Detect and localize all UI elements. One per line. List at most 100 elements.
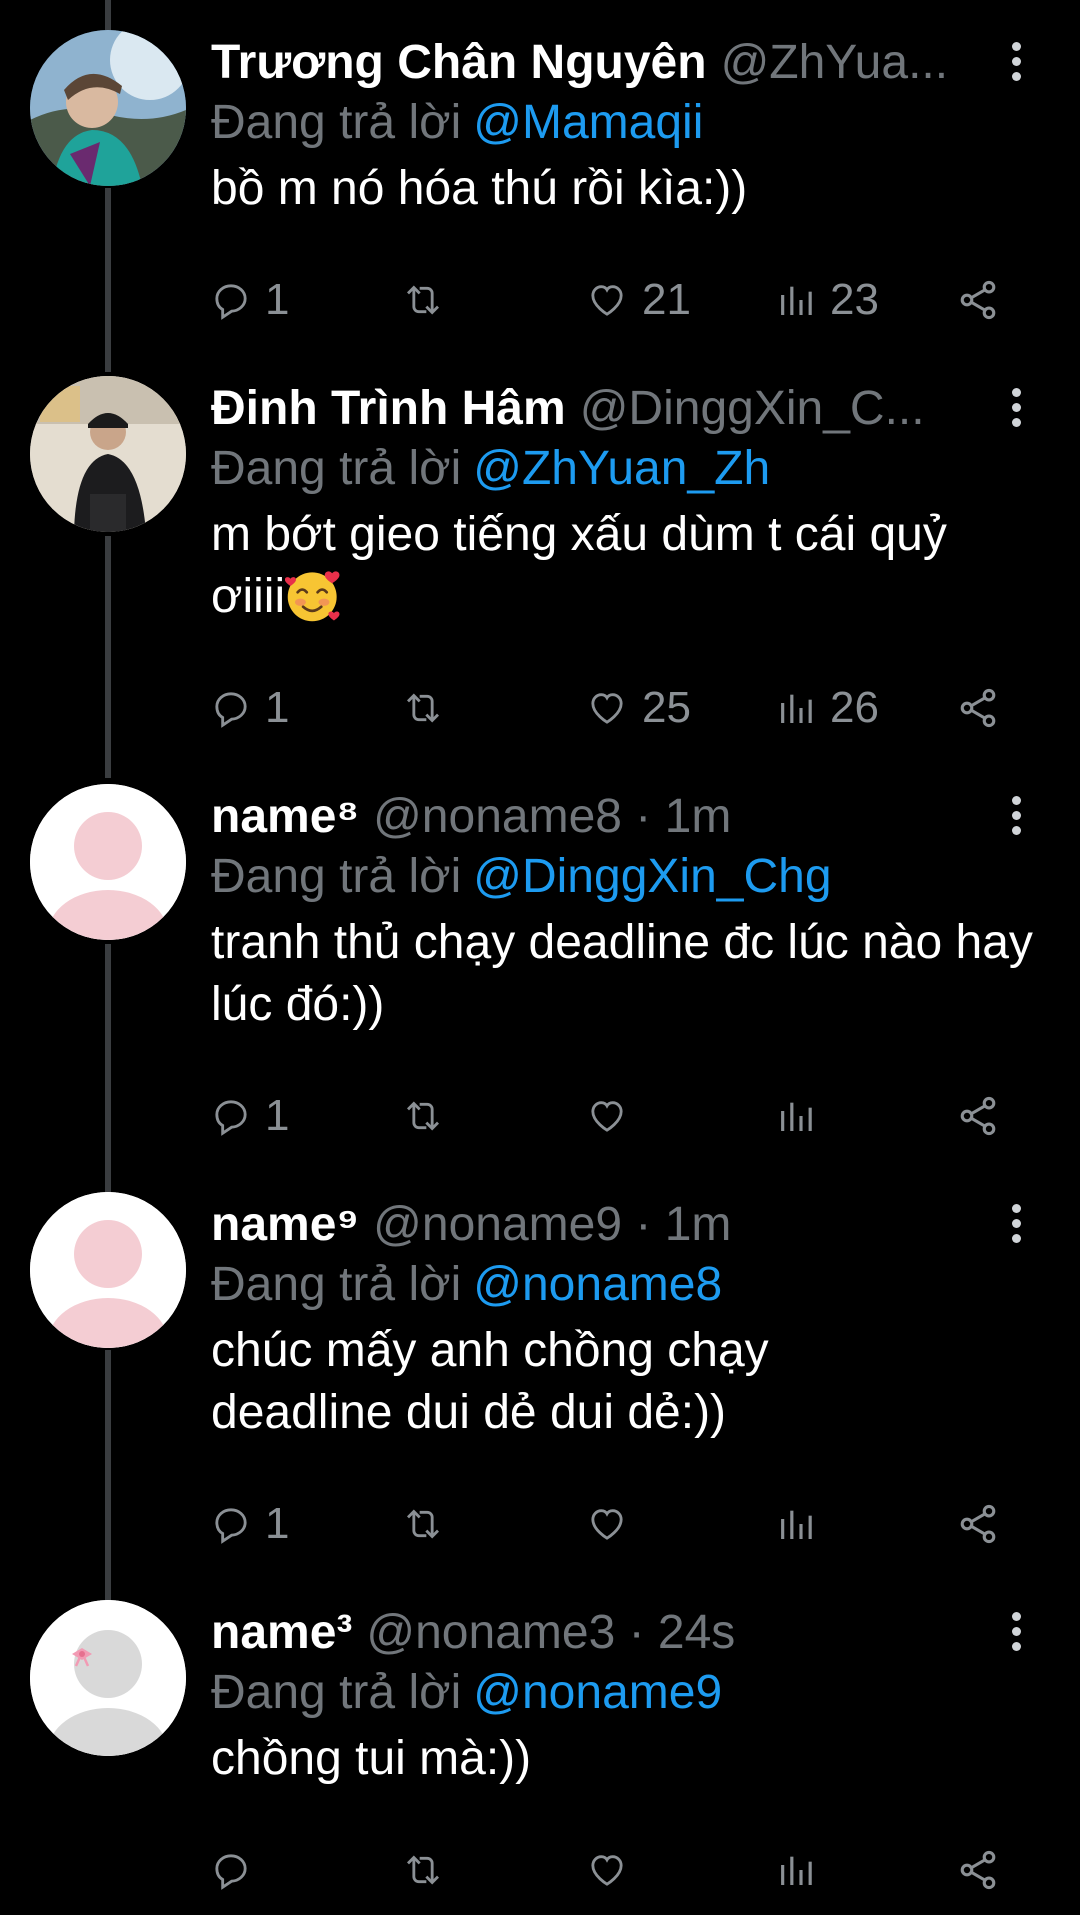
share-icon xyxy=(960,1504,996,1544)
replying-to-handle[interactable]: @DinggXin_Chg xyxy=(473,850,831,903)
author-handle[interactable]: @noname9 · 1m xyxy=(373,1198,731,1251)
replying-to: Đang trả lời @Mamaqii xyxy=(211,92,703,154)
replying-to-label: Đang trả lời xyxy=(211,1666,462,1719)
tweet-header: name⁹ @noname9 · 1m xyxy=(211,1192,991,1258)
views-button[interactable]: 23 xyxy=(776,270,879,330)
replying-to: Đang trả lời @noname8 xyxy=(211,1254,722,1316)
heart-icon xyxy=(591,1855,623,1886)
more-vertical-icon[interactable] xyxy=(1002,42,1030,86)
author-handle[interactable]: @noname3 · 24s xyxy=(366,1606,735,1659)
views-icon xyxy=(781,1102,812,1131)
replying-to-handle[interactable]: @ZhYuan_Zh xyxy=(473,442,770,495)
reply-button[interactable]: 1 xyxy=(211,1494,289,1554)
views-button[interactable] xyxy=(776,1840,830,1900)
share-button[interactable] xyxy=(956,1086,1000,1146)
share-button[interactable] xyxy=(956,678,1000,738)
avatar[interactable] xyxy=(30,1600,186,1756)
views-icon xyxy=(781,694,812,723)
views-button[interactable]: 26 xyxy=(776,678,879,738)
avatar[interactable] xyxy=(30,784,186,940)
reply-icon xyxy=(215,1508,247,1544)
thread-line xyxy=(105,536,111,778)
more-vertical-icon[interactable] xyxy=(1002,388,1030,432)
author-name[interactable]: name⁸ xyxy=(211,790,359,843)
tweet-header: Trương Chân Nguyên @ZhYua... xyxy=(211,30,991,96)
retweet-icon xyxy=(406,285,440,315)
share-button[interactable] xyxy=(956,1840,1000,1900)
retweet-icon xyxy=(406,1509,440,1539)
like-button[interactable]: 21 xyxy=(586,270,691,330)
views-icon xyxy=(781,1856,812,1885)
replying-to-label: Đang trả lời xyxy=(211,1258,462,1311)
author-name[interactable]: Đinh Trình Hâm xyxy=(211,382,566,435)
reply-count: 1 xyxy=(265,1091,290,1140)
more-vertical-icon[interactable] xyxy=(1002,796,1030,840)
share-icon xyxy=(960,1096,996,1136)
replying-to-handle[interactable]: @noname9 xyxy=(473,1666,722,1719)
replying-to: Đang trả lời @DinggXin_Chg xyxy=(211,846,832,908)
reply-icon xyxy=(215,1100,247,1136)
author-name[interactable]: Trương Chân Nguyên xyxy=(211,36,707,89)
heart-icon xyxy=(591,1101,623,1132)
reply-icon xyxy=(215,284,247,320)
share-button[interactable] xyxy=(956,270,1000,330)
avatar[interactable] xyxy=(30,1192,186,1348)
like-button[interactable]: 25 xyxy=(586,678,691,738)
heart-icon xyxy=(591,285,623,316)
tweet-text: chồng tui mà:)) xyxy=(211,1732,532,1785)
more-vertical-icon[interactable] xyxy=(1002,1612,1030,1656)
like-button[interactable] xyxy=(586,1494,642,1554)
reply-button[interactable] xyxy=(211,1840,265,1900)
heart-icon xyxy=(591,1509,623,1540)
like-button[interactable] xyxy=(586,1840,642,1900)
avatar[interactable] xyxy=(30,30,186,186)
views-icon xyxy=(781,286,812,315)
reply-button[interactable]: 1 xyxy=(211,678,289,738)
author-handle[interactable]: @noname8 · 1m xyxy=(373,790,731,843)
more-vertical-icon[interactable] xyxy=(1002,1204,1030,1248)
author-name[interactable]: name⁹ xyxy=(211,1198,359,1251)
reply-icon xyxy=(215,1854,247,1890)
avatar[interactable] xyxy=(30,376,186,532)
replying-to: Đang trả lời @noname9 xyxy=(211,1662,722,1724)
retweet-button[interactable] xyxy=(401,1086,445,1146)
tweet-thread: Trương Chân Nguyên @ZhYua... Đang trả lời… xyxy=(0,0,1080,1915)
replying-to-label: Đang trả lời xyxy=(211,850,462,903)
retweet-icon xyxy=(406,1855,440,1885)
reply-icon xyxy=(215,692,247,728)
reply-count: 1 xyxy=(265,683,290,732)
like-count: 25 xyxy=(642,683,691,732)
thread-line xyxy=(105,944,111,1192)
tweet-header: name³ @noname3 · 24s xyxy=(211,1600,991,1666)
author-handle[interactable]: @ZhYua... xyxy=(721,36,949,89)
replying-to-label: Đang trả lời xyxy=(211,96,462,149)
tweet-actions: 1 xyxy=(211,1494,1011,1554)
share-icon xyxy=(960,688,996,728)
retweet-button[interactable] xyxy=(401,678,445,738)
retweet-icon xyxy=(406,1101,440,1131)
retweet-button[interactable] xyxy=(401,1840,445,1900)
share-button[interactable] xyxy=(956,1494,1000,1554)
views-button[interactable] xyxy=(776,1086,830,1146)
thread-line xyxy=(105,188,111,372)
smiling-face-with-hearts-icon xyxy=(285,571,340,622)
views-button[interactable] xyxy=(776,1494,830,1554)
reply-button[interactable]: 1 xyxy=(211,1086,289,1146)
tweet-header: Đinh Trình Hâm @DinggXin_C... xyxy=(211,376,991,442)
heart-icon xyxy=(591,693,623,724)
replying-to-handle[interactable]: @noname8 xyxy=(473,1258,722,1311)
reply-button[interactable]: 1 xyxy=(211,270,289,330)
retweet-button[interactable] xyxy=(401,270,445,330)
tweet-actions: 1 21 23 xyxy=(211,270,1011,330)
author-handle[interactable]: @DinggXin_C... xyxy=(580,382,925,435)
replying-to-handle[interactable]: @Mamaqii xyxy=(473,96,703,149)
retweet-button[interactable] xyxy=(401,1494,445,1554)
tweet-actions: 1 25 26 xyxy=(211,678,1011,738)
share-icon xyxy=(960,1850,996,1890)
replying-to: Đang trả lời @ZhYuan_Zh xyxy=(211,438,770,500)
tweet-actions: 1 xyxy=(211,1086,1011,1146)
like-button[interactable] xyxy=(586,1086,642,1146)
retweet-icon xyxy=(406,693,440,723)
author-name[interactable]: name³ xyxy=(211,1606,352,1659)
tweet-text: tranh thủ chạy deadline đc lúc nào hay l… xyxy=(211,916,1033,1031)
